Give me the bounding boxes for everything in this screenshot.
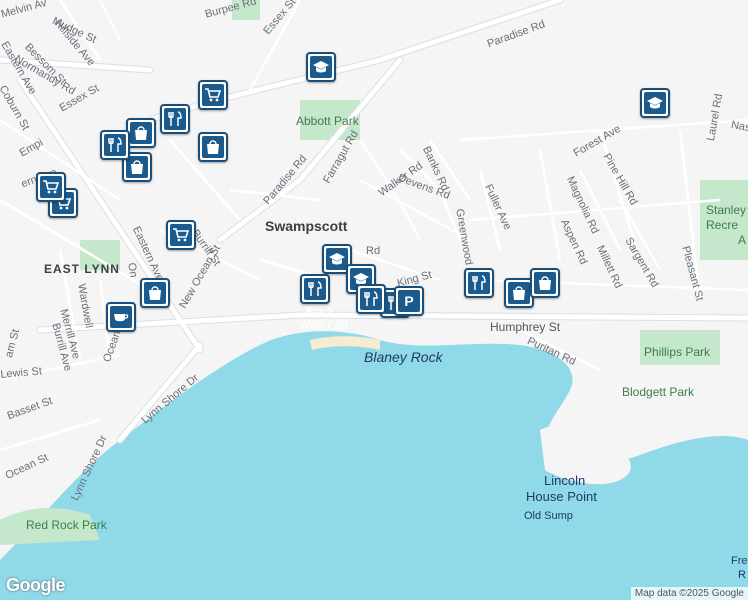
- shopping-cart-icon: [43, 180, 60, 194]
- poi-marker-restaurant[interactable]: [100, 130, 130, 160]
- feature-label-old-sump: Old Sump: [524, 510, 573, 522]
- poi-marker-grocery[interactable]: [36, 172, 66, 202]
- park-label-abbott: Abbott Park: [296, 114, 359, 128]
- poi-marker-store[interactable]: [140, 278, 170, 308]
- poi-marker-grocery[interactable]: [166, 220, 196, 250]
- feature-label-blaney-rock: Blaney Rock: [364, 349, 443, 365]
- park-label-red-rock: Red Rock Park: [26, 518, 107, 532]
- poi-marker-cafe[interactable]: [106, 302, 136, 332]
- poi-marker-restaurant[interactable]: [300, 274, 330, 304]
- poi-marker-restaurant[interactable]: [160, 104, 190, 134]
- poi-marker-school[interactable]: [640, 88, 670, 118]
- park-label-stanley-3: A: [738, 233, 747, 247]
- place-label-east-lynn: EAST LYNN: [44, 262, 120, 276]
- water-body: [0, 331, 748, 600]
- map-attribution[interactable]: Map data ©2025 Google: [630, 587, 748, 600]
- poi-marker-store[interactable]: [530, 268, 560, 298]
- shopping-cart-icon: [173, 228, 190, 242]
- school-icon: [647, 97, 663, 109]
- poi-marker-store[interactable]: [198, 132, 228, 162]
- poi-marker-school[interactable]: [306, 52, 336, 82]
- parking-icon: P: [404, 293, 413, 309]
- restaurant-icon: [108, 137, 122, 152]
- shopping-cart-icon: [205, 88, 222, 102]
- shopping-bag-icon: [539, 276, 551, 290]
- shopping-bag-icon: [135, 126, 147, 140]
- feature-label-house-point: House Point: [526, 489, 597, 504]
- svg-text:P: P: [404, 293, 413, 309]
- park-label-blodgett: Blodgett Park: [622, 385, 695, 399]
- poi-marker-restaurant[interactable]: [356, 284, 386, 314]
- place-label-swampscott: Swampscott: [265, 218, 348, 234]
- street-label-humphrey-st: Humphrey St: [490, 320, 561, 334]
- restaurant-icon: [308, 281, 322, 296]
- shopping-bag-icon: [149, 286, 161, 300]
- school-icon: [329, 253, 345, 265]
- google-logo: Google: [6, 575, 66, 595]
- restaurant-icon: [472, 275, 486, 290]
- shopping-bag-icon: [513, 286, 525, 300]
- school-icon: [313, 61, 329, 73]
- feature-label-black: Black: [305, 305, 335, 319]
- coffee-icon: [114, 314, 129, 322]
- poi-marker-store[interactable]: [126, 118, 156, 148]
- park-label-stanley-2: Recre: [706, 218, 739, 232]
- feature-label-wills-cliff: Wills Cliff: [299, 318, 349, 332]
- restaurant-icon: [168, 111, 182, 126]
- poi-marker-restaurant[interactable]: [464, 268, 494, 298]
- poi-marker-grocery[interactable]: [198, 80, 228, 110]
- park-label-stanley-1: Stanley: [706, 203, 747, 217]
- map-canvas[interactable]: Swampscott EAST LYNN Abbott Park Phillip…: [0, 0, 748, 600]
- poi-marker-parking[interactable]: P: [394, 286, 424, 316]
- shopping-bag-icon: [207, 140, 219, 154]
- park-label-phillips: Phillips Park: [644, 345, 711, 359]
- shopping-bag-icon: [131, 160, 143, 174]
- street-label-on: On: [125, 261, 140, 279]
- feature-label-fre-r: R: [738, 569, 746, 581]
- feature-label-fre: Fre: [731, 555, 748, 567]
- feature-label-lincoln: Lincoln: [544, 473, 586, 488]
- street-label-rd-partial: Rd: [366, 245, 381, 257]
- restaurant-icon: [364, 291, 378, 306]
